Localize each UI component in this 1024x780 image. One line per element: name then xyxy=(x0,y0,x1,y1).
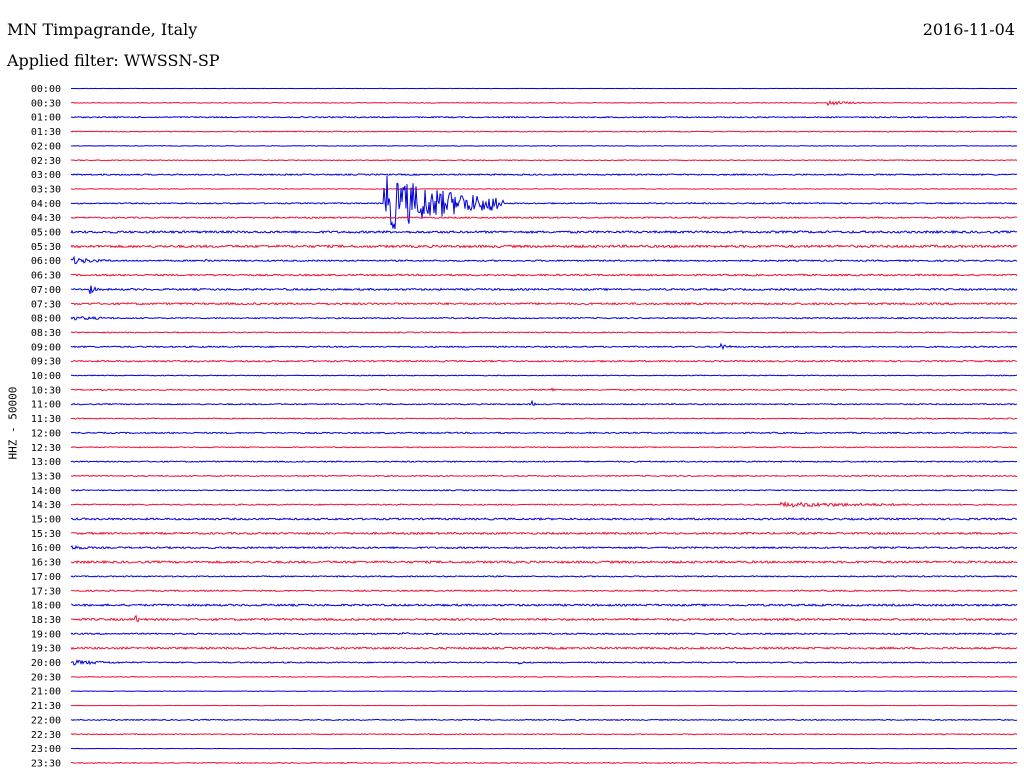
trace-line xyxy=(70,460,1018,463)
row-time-label: 04:00 xyxy=(31,199,61,210)
row-time-label: 00:00 xyxy=(31,84,61,95)
row-time-label: 02:30 xyxy=(31,156,61,167)
row-time-label: 20:00 xyxy=(31,658,61,669)
trace-line xyxy=(70,130,1018,133)
trace-line xyxy=(70,159,1018,162)
trace-line xyxy=(70,331,1018,334)
row-time-label: 16:00 xyxy=(31,543,61,554)
row-time-label: 08:00 xyxy=(31,314,61,325)
row-time-label: 15:00 xyxy=(31,515,61,526)
trace-line xyxy=(70,631,1018,636)
trace-line xyxy=(70,489,1018,492)
trace-line xyxy=(70,145,1018,147)
trace-line xyxy=(70,718,1018,722)
row-time-label: 15:30 xyxy=(31,529,61,540)
row-time-label: 16:30 xyxy=(31,558,61,569)
trace-line xyxy=(70,255,1018,265)
row-time-label: 09:30 xyxy=(31,357,61,368)
trace-line xyxy=(70,229,1018,235)
row-time-label: 06:30 xyxy=(31,271,61,282)
trace-line xyxy=(70,559,1018,565)
trace-line xyxy=(70,244,1018,249)
trace-line xyxy=(70,733,1018,736)
row-time-label: 05:30 xyxy=(31,242,61,253)
trace-line xyxy=(70,545,1018,550)
row-time-label: 12:00 xyxy=(31,428,61,439)
row-time-label: 04:30 xyxy=(31,213,61,224)
trace-line xyxy=(70,115,1018,119)
row-time-label: 13:00 xyxy=(31,457,61,468)
row-time-label: 21:30 xyxy=(31,701,61,712)
row-time-label: 11:00 xyxy=(31,400,61,411)
row-time-label: 06:00 xyxy=(31,256,61,267)
row-time-label: 14:30 xyxy=(31,500,61,511)
trace-line xyxy=(70,359,1018,363)
trace-line xyxy=(70,374,1018,377)
row-time-label: 19:30 xyxy=(31,644,61,655)
trace-line xyxy=(70,603,1018,608)
row-time-label: 01:30 xyxy=(31,127,61,138)
trace-line xyxy=(70,646,1018,651)
row-time-label: 07:00 xyxy=(31,285,61,296)
trace-line xyxy=(70,431,1018,435)
trace-line xyxy=(70,474,1018,478)
row-time-label: 19:00 xyxy=(31,629,61,640)
trace-line xyxy=(70,761,1018,765)
trace-line xyxy=(70,614,1018,623)
row-time-label: 17:00 xyxy=(31,572,61,583)
row-time-label: 23:00 xyxy=(31,744,61,755)
row-time-label: 23:30 xyxy=(31,758,61,769)
row-time-label: 03:00 xyxy=(31,170,61,181)
row-time-label: 18:00 xyxy=(31,601,61,612)
trace-line xyxy=(70,285,1018,295)
trace-line xyxy=(70,187,1018,190)
row-time-label: 13:30 xyxy=(31,471,61,482)
trace-line xyxy=(70,342,1018,351)
row-time-label: 03:30 xyxy=(31,184,61,195)
row-time-label: 00:30 xyxy=(31,98,61,109)
row-time-label: 02:00 xyxy=(31,141,61,152)
trace-line xyxy=(70,575,1018,578)
row-time-label: 07:30 xyxy=(31,299,61,310)
row-time-label: 18:30 xyxy=(31,615,61,626)
row-time-label: 10:00 xyxy=(31,371,61,382)
trace-line xyxy=(70,216,1018,220)
row-time-label: 14:00 xyxy=(31,486,61,497)
trace-line xyxy=(70,659,1018,666)
row-time-label: 08:30 xyxy=(31,328,61,339)
trace-line xyxy=(70,500,1018,508)
trace-line xyxy=(70,589,1018,593)
row-time-label: 10:30 xyxy=(31,385,61,396)
trace-line xyxy=(70,675,1018,678)
row-time-label: 21:00 xyxy=(31,687,61,698)
row-time-label: 22:00 xyxy=(31,715,61,726)
trace-line xyxy=(70,175,1018,230)
row-time-label: 20:30 xyxy=(31,672,61,683)
row-time-label: 22:30 xyxy=(31,730,61,741)
trace-line xyxy=(70,301,1018,306)
trace-line xyxy=(70,399,1018,407)
trace-line xyxy=(70,173,1018,176)
trace-line xyxy=(70,99,1018,107)
trace-line xyxy=(70,446,1018,449)
trace-line xyxy=(70,517,1018,521)
trace-line xyxy=(70,316,1018,321)
row-time-label: 05:00 xyxy=(31,228,61,239)
row-time-label: 01:00 xyxy=(31,113,61,124)
trace-line xyxy=(70,531,1018,536)
trace-line xyxy=(70,273,1018,277)
row-time-label: 12:30 xyxy=(31,443,61,454)
trace-line xyxy=(70,387,1018,392)
row-time-label: 11:30 xyxy=(31,414,61,425)
row-time-label: 09:00 xyxy=(31,342,61,353)
row-time-label: 17:30 xyxy=(31,586,61,597)
helicorder-plot: 00:00 00:30 01:00 01:30 02:00 02:30 03:00 03:30… xyxy=(31,84,1018,769)
trace-line xyxy=(70,417,1018,420)
